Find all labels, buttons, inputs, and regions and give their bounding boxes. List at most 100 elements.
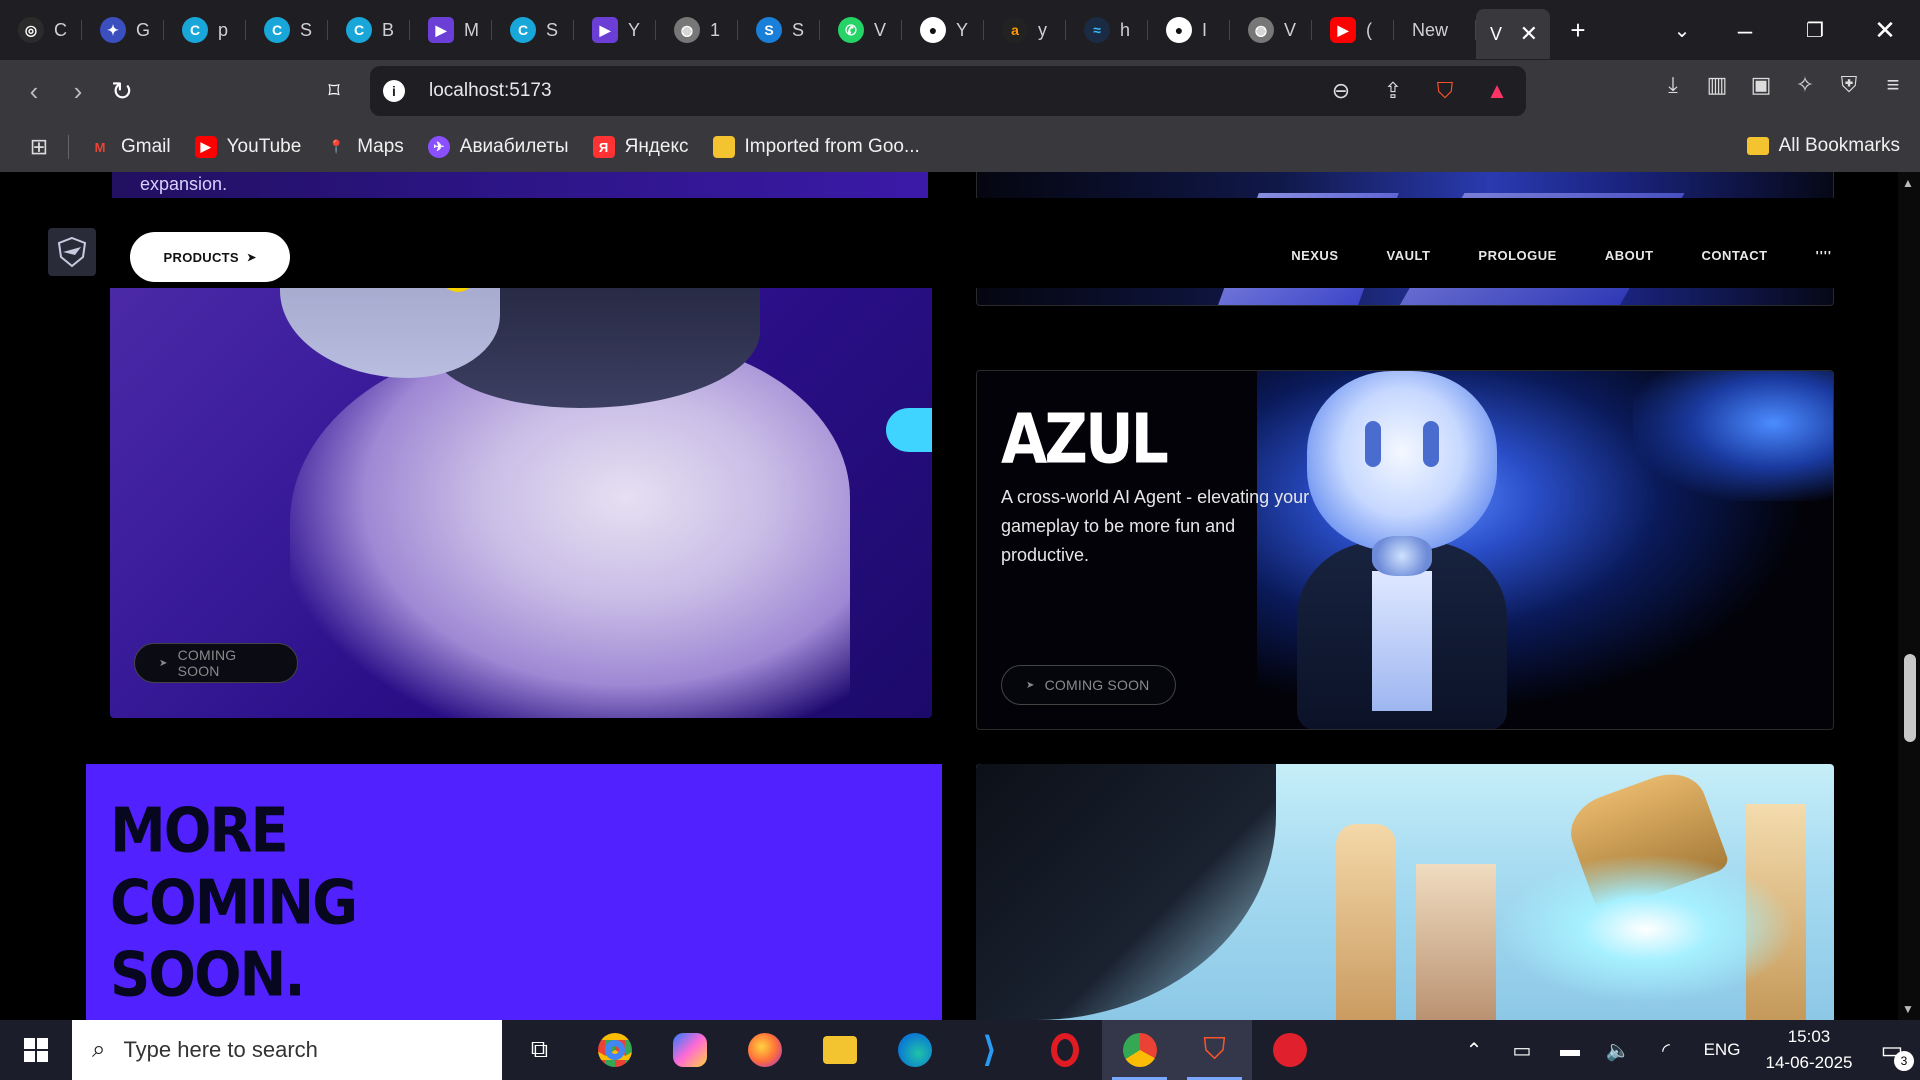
nav-link-vault[interactable]: VAULT xyxy=(1387,248,1431,263)
reload-icon[interactable]: ↻ xyxy=(100,69,144,113)
minimize-icon[interactable]: – xyxy=(1710,8,1780,52)
url-text[interactable]: localhost:5173 xyxy=(429,80,552,102)
battery-icon[interactable]: ▬ xyxy=(1546,1039,1594,1062)
apps-grid-icon[interactable]: ⊞ xyxy=(24,132,54,162)
brave-icon[interactable]: ⛉ xyxy=(1177,1020,1252,1080)
start-button[interactable] xyxy=(0,1020,72,1080)
brave-rewards-icon[interactable]: ▲ xyxy=(1482,76,1512,106)
notification-icon[interactable]: ▭ 3 xyxy=(1864,1036,1920,1071)
nav-link-prologue[interactable]: PROLOGUE xyxy=(1478,248,1556,263)
bookmark-youtube[interactable]: ▶ YouTube xyxy=(194,136,301,158)
taskbar-search[interactable]: ⌕ Type here to search xyxy=(72,1020,502,1080)
address-bar[interactable]: i localhost:5173 ⊖ ⇪ ⛉ ▲ xyxy=(370,66,1526,116)
scroll-up-icon[interactable]: ▲ xyxy=(1902,176,1914,190)
app-red-icon[interactable] xyxy=(1252,1020,1327,1080)
copilot-icon[interactable] xyxy=(652,1020,727,1080)
all-bookmarks[interactable]: All Bookmarks xyxy=(1746,135,1900,157)
chrome-icon[interactable] xyxy=(577,1020,652,1080)
browser-tab[interactable]: CS xyxy=(492,8,574,52)
menu-icon[interactable]: ≡ xyxy=(1878,70,1908,100)
browser-tab[interactable]: ▶ M xyxy=(410,8,492,52)
browser-tab[interactable]: ▶ Y xyxy=(574,8,656,52)
browser-tab[interactable]: ● I xyxy=(1148,8,1230,52)
card-title: AZUL xyxy=(1001,399,1169,480)
card-description-tail: expansion. xyxy=(140,174,228,194)
scroll-down-icon[interactable]: ▼ xyxy=(1902,1002,1914,1016)
github-icon: ● xyxy=(920,17,946,43)
nav-link-about[interactable]: ABOUT xyxy=(1605,248,1654,263)
scrollbar-thumb[interactable] xyxy=(1904,654,1916,742)
share-icon[interactable]: ⇪ xyxy=(1378,76,1408,106)
card-more-coming-soon: MORE COMING SOON. xyxy=(86,764,942,1020)
azul-character-head xyxy=(1307,371,1497,551)
wallet-icon[interactable]: ▣ xyxy=(1746,70,1776,100)
bookmark-maps[interactable]: 📍 Maps xyxy=(325,136,404,158)
firefox-icon[interactable] xyxy=(727,1020,802,1080)
browser-tab[interactable]: ◍ V xyxy=(1230,8,1312,52)
browser-tab[interactable]: ≈ h xyxy=(1066,8,1148,52)
task-view-icon[interactable]: ⧉ xyxy=(502,1020,577,1080)
arrow-icon: ➤ xyxy=(246,251,257,264)
new-tab-icon[interactable]: + xyxy=(1550,8,1606,52)
azul-shirt xyxy=(1372,571,1432,711)
forward-icon[interactable]: › xyxy=(56,69,100,113)
zoom-icon[interactable]: ⊖ xyxy=(1326,76,1356,106)
browser-tab[interactable]: ay xyxy=(984,8,1066,52)
browser-tab[interactable]: ◍ 1 xyxy=(656,8,738,52)
whatsapp-icon: ✆ xyxy=(838,17,864,43)
bookmark-yandex[interactable]: Я Яндекс xyxy=(592,136,689,158)
show-hidden-icons-chevron-icon[interactable]: ⌃ xyxy=(1450,1038,1498,1063)
yandex-icon: Я xyxy=(592,136,615,158)
coming-soon-button[interactable]: ➤COMING SOON xyxy=(134,643,298,683)
browser-tab[interactable]: ✆ V xyxy=(820,8,902,52)
chrome-profile-icon[interactable] xyxy=(1102,1020,1177,1080)
canva-icon: C xyxy=(182,17,208,43)
leo-ai-icon[interactable]: ✧ xyxy=(1790,70,1820,100)
products-button[interactable]: PRODUCTS ➤ xyxy=(130,232,290,282)
audio-indicator-icon[interactable]: '''' xyxy=(1816,248,1832,263)
nav-link-contact[interactable]: CONTACT xyxy=(1702,248,1768,263)
brave-shields-icon[interactable]: ⛉ xyxy=(1430,76,1460,106)
wifi-icon[interactable]: ◜ xyxy=(1642,1038,1690,1063)
windows-taskbar: ⌕ Type here to search ⧉ ⟩ ⛉ ⌃ ▭ ▬ 🔈 ◜ EN… xyxy=(0,1020,1920,1080)
arrow-icon: ➤ xyxy=(159,657,168,669)
browser-tab-active[interactable]: V ✕ xyxy=(1476,9,1550,59)
restore-icon[interactable]: ❐ xyxy=(1780,8,1850,52)
vscode-icon[interactable]: ⟩ xyxy=(952,1020,1027,1080)
volume-muted-icon[interactable]: 🔈 xyxy=(1594,1038,1642,1063)
coming-soon-button[interactable]: ➤COMING SOON xyxy=(1001,665,1176,705)
bookmark-aviasales[interactable]: ✈ Авиабилеты xyxy=(427,136,569,158)
browser-tab[interactable]: ● Y xyxy=(902,8,984,52)
meet-icon[interactable]: ▭ xyxy=(1498,1038,1546,1063)
bookmark-gmail[interactable]: M Gmail xyxy=(89,136,171,158)
browser-tab[interactable]: ◎ C xyxy=(0,8,82,52)
clock[interactable]: 15:03 14-06-2025 xyxy=(1754,1024,1864,1076)
download-icon[interactable]: ⤓ xyxy=(1658,70,1688,100)
browser-tab-new[interactable]: New xyxy=(1394,8,1476,52)
language-indicator[interactable]: ENG xyxy=(1690,1040,1754,1060)
browser-tab[interactable]: ▶( xyxy=(1312,8,1394,52)
nav-link-nexus[interactable]: NEXUS xyxy=(1291,248,1338,263)
browser-tab[interactable]: CB xyxy=(328,8,410,52)
vpn-icon[interactable]: ⛨ xyxy=(1834,70,1864,100)
close-tab-icon[interactable]: ✕ xyxy=(1520,21,1538,47)
scrollbar[interactable]: ▲ ▼ xyxy=(1898,172,1920,1020)
bookmarks-bar: ⊞ M Gmail ▶ YouTube 📍 Maps ✈ Авиабилеты Я Янд… xyxy=(0,122,1920,172)
edge-icon[interactable] xyxy=(877,1020,952,1080)
browser-tab[interactable]: ✦ G xyxy=(82,8,164,52)
bookmark-icon[interactable]: ⌑ xyxy=(312,69,356,113)
azul-bow xyxy=(1372,536,1432,576)
close-window-icon[interactable]: ✕ xyxy=(1850,8,1920,52)
browser-tab[interactable]: Cp xyxy=(164,8,246,52)
site-info-icon[interactable]: i xyxy=(383,80,405,102)
opera-icon[interactable] xyxy=(1027,1020,1102,1080)
folder-icon xyxy=(1746,137,1769,155)
site-logo[interactable] xyxy=(48,228,96,276)
back-icon[interactable]: ‹ xyxy=(12,69,56,113)
browser-tab[interactable]: CS xyxy=(246,8,328,52)
sidebar-icon[interactable]: ▥ xyxy=(1702,70,1732,100)
bookmark-imported-folder[interactable]: Imported from Goo... xyxy=(712,136,920,158)
tab-list-chevron-icon[interactable]: ⌄ xyxy=(1654,8,1710,52)
browser-tab[interactable]: SS xyxy=(738,8,820,52)
file-explorer-icon[interactable] xyxy=(802,1020,877,1080)
